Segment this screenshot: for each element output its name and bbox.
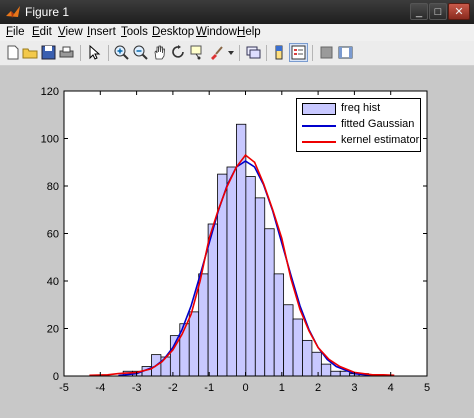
menu-insert[interactable]: Insert	[87, 26, 116, 38]
histogram-bar	[302, 339, 313, 377]
x-tick-label: 0	[242, 382, 248, 394]
matlab-logo-icon	[6, 6, 20, 18]
minimize-button[interactable]: _	[410, 3, 428, 20]
histogram-bar	[330, 370, 341, 377]
link-plot-icon[interactable]	[245, 44, 262, 61]
x-tick-label: -3	[132, 382, 142, 394]
legend-label: freq hist	[341, 102, 381, 114]
histogram-bar	[188, 311, 200, 377]
toolbar-separator	[266, 45, 267, 61]
menu-edit[interactable]: Edit	[32, 26, 52, 38]
close-button[interactable]: ✕	[448, 3, 470, 20]
y-tick-label: 40	[47, 276, 59, 288]
x-tick-label: -5	[59, 382, 69, 394]
legend-entry-fitted-gaussian: fitted Gaussian	[297, 118, 422, 134]
x-tick-label: 4	[388, 382, 394, 394]
window-title: Figure 1	[25, 5, 70, 19]
y-tick-label: 60	[47, 229, 59, 241]
toolbar-separator	[108, 45, 109, 61]
histogram-bar	[292, 318, 303, 377]
x-tick-label: 3	[351, 382, 357, 394]
menu-file[interactable]: File	[6, 26, 25, 38]
y-tick-label: 100	[41, 134, 59, 146]
new-figure-icon[interactable]	[4, 44, 21, 61]
rotate-3d-icon[interactable]	[170, 44, 187, 61]
toolbar-separator	[80, 45, 81, 61]
x-tick-label: 2	[315, 382, 321, 394]
open-file-icon[interactable]	[22, 44, 39, 61]
x-tick-label: -4	[95, 382, 105, 394]
pan-icon[interactable]	[151, 44, 168, 61]
histogram-bar	[198, 273, 209, 377]
figure-canvas[interactable]: -5 -4 -3 -2 -1 0 1 2 3 4 5 0 20 40 60 80 100 120 freq his…	[0, 66, 474, 418]
y-tick-label: 120	[41, 86, 59, 98]
histogram-bar	[273, 273, 285, 377]
menu-help[interactable]: Help	[237, 26, 261, 38]
brush-dropdown-icon[interactable]	[226, 44, 236, 61]
menu-bar: File Edit View Insert Tools Desktop Window Help	[0, 24, 474, 41]
zoom-out-icon[interactable]	[132, 44, 149, 61]
figure-toolbar	[0, 41, 474, 66]
histogram-bar	[311, 351, 322, 377]
insert-colorbar-icon[interactable]	[271, 44, 288, 61]
x-tick-label: 5	[424, 382, 430, 394]
legend-swatch-bar	[302, 103, 336, 115]
y-tick-label: 20	[47, 324, 59, 336]
histogram-bar	[254, 197, 266, 377]
legend-box[interactable]: freq hist fitted Gaussian kernel estimat…	[296, 98, 421, 152]
brush-icon[interactable]	[208, 44, 225, 61]
toolbar-separator	[312, 45, 313, 61]
legend-entry-kernel-estimator: kernel estimator	[297, 134, 422, 150]
legend-swatch-blue-line	[302, 125, 336, 127]
menu-window[interactable]: Window	[196, 26, 237, 38]
histogram-bar	[226, 166, 237, 377]
save-icon[interactable]	[40, 44, 57, 61]
x-tick-label: -2	[168, 382, 178, 394]
legend-label: kernel estimator	[341, 134, 420, 146]
legend-swatch-red-line	[302, 141, 336, 143]
menu-desktop[interactable]: Desktop	[152, 26, 194, 38]
x-tick-label: 1	[279, 382, 285, 394]
print-icon[interactable]	[58, 44, 75, 61]
x-tick-label: -1	[204, 382, 214, 394]
histogram-bar	[264, 228, 275, 377]
zoom-in-icon[interactable]	[113, 44, 130, 61]
menu-tools[interactable]: Tools	[121, 26, 148, 38]
histogram-bar	[320, 363, 332, 377]
data-cursor-icon[interactable]	[189, 44, 206, 61]
figure-window: Figure 1 _ □ ✕ File Edit View Insert Tools De…	[0, 0, 474, 418]
legend-entry-freq-hist: freq hist	[297, 102, 422, 118]
y-tick-label: 80	[47, 181, 59, 193]
title-bar[interactable]: Figure 1 _ □ ✕	[0, 0, 474, 25]
histogram-bar	[245, 176, 256, 377]
edit-plot-icon[interactable]	[86, 44, 103, 61]
menu-view[interactable]: View	[58, 26, 83, 38]
y-tick-label: 0	[53, 371, 59, 383]
show-plot-tools-icon[interactable]	[337, 44, 354, 61]
toolbar-separator	[239, 45, 240, 61]
insert-legend-icon[interactable]	[289, 43, 308, 62]
maximize-button[interactable]: □	[429, 3, 447, 20]
histogram-bar	[217, 173, 228, 377]
legend-label: fitted Gaussian	[341, 118, 415, 130]
hide-plot-tools-icon[interactable]	[318, 44, 335, 61]
histogram-bar	[283, 304, 294, 377]
histogram-bar	[207, 223, 218, 377]
